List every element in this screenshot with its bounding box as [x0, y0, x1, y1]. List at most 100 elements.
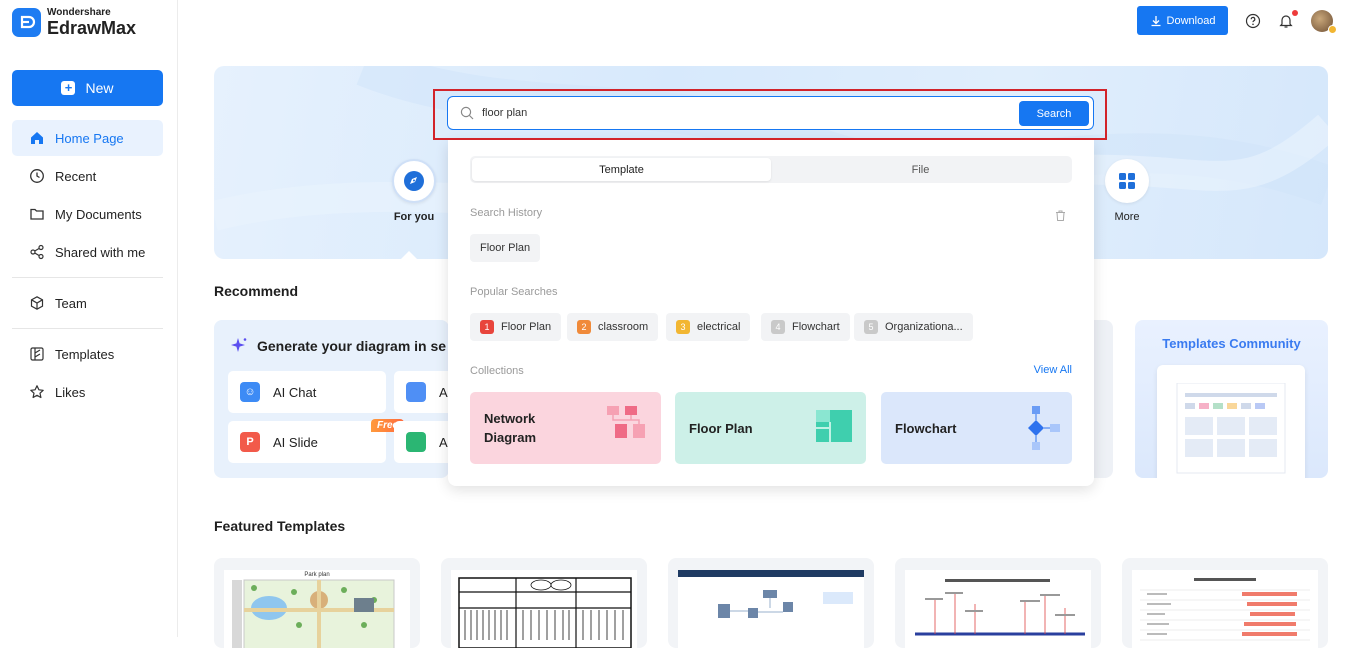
templates-community-card[interactable]: Templates Community — [1135, 320, 1328, 478]
brand-small: Wondershare — [47, 7, 111, 18]
sidebar-item-team[interactable]: Team — [12, 285, 163, 321]
sparkle-icon — [231, 338, 247, 352]
popular-chip[interactable]: 3 electrical — [666, 313, 751, 341]
featured-templates-title: Featured Templates — [214, 518, 346, 534]
ai-tool-button[interactable]: A — [394, 421, 449, 463]
category-label: For you — [393, 211, 435, 223]
folder-icon — [30, 208, 44, 220]
flowchart-icon — [1028, 406, 1060, 450]
category-label: More — [1114, 211, 1140, 223]
star-icon — [30, 385, 44, 399]
vip-badge-icon — [1328, 24, 1337, 34]
sidebar-item-label: Templates — [55, 346, 115, 362]
help-icon — [1245, 13, 1261, 28]
tool-label: AI Slide — [273, 434, 318, 450]
template-card-park-plan[interactable]: Park plan — [214, 558, 420, 648]
rank-badge: 2 — [577, 320, 591, 334]
collection-network-diagram[interactable]: Network Diagram — [470, 392, 661, 464]
ai-slide-button[interactable]: P AI Slide Free — [228, 419, 405, 463]
collection-label: Flowchart — [895, 420, 957, 436]
plus-icon: + — [61, 81, 76, 95]
share-icon — [30, 244, 44, 260]
popular-label: Flowchart — [792, 321, 840, 333]
template-thumbnail — [451, 570, 637, 648]
popular-label: Floor Plan — [501, 321, 552, 333]
app-logo[interactable]: Wondershare EdrawMax — [12, 8, 136, 37]
sidebar: Wondershare EdrawMax + New Home Page Rec… — [0, 0, 178, 637]
avatar[interactable] — [1311, 9, 1337, 34]
tab-template[interactable]: Template — [472, 158, 771, 181]
home-icon — [31, 132, 43, 144]
template-card-design-timeline[interactable] — [895, 558, 1101, 648]
popular-chip[interactable]: 4 Flowchart — [761, 313, 850, 341]
sidebar-item-label: Shared with me — [55, 244, 146, 260]
help-button[interactable] — [1245, 13, 1261, 29]
cube-icon — [30, 296, 44, 310]
new-button[interactable]: + New — [12, 70, 163, 106]
search-history-title: Search History — [470, 207, 543, 219]
collection-floor-plan[interactable]: Floor Plan — [675, 392, 866, 464]
card-title: Generate your diagram in se — [257, 338, 447, 354]
notification-dot — [1292, 9, 1298, 16]
rank-badge: 4 — [771, 320, 785, 334]
tab-file[interactable]: File — [771, 158, 1070, 181]
tool-label: A — [439, 384, 448, 400]
download-label: Download — [1166, 14, 1216, 27]
notifications-button[interactable] — [1278, 9, 1298, 29]
trash-icon — [1056, 210, 1065, 221]
download-button[interactable]: Download — [1137, 6, 1228, 35]
sidebar-item-shared-with-me[interactable]: Shared with me — [12, 234, 163, 270]
template-card-gantt-chart[interactable] — [1122, 558, 1328, 648]
recommend-title: Recommend — [214, 283, 299, 299]
popular-searches-title: Popular Searches — [470, 286, 558, 298]
sidebar-divider — [12, 328, 163, 329]
popular-chip[interactable]: 1 Floor Plan — [470, 313, 562, 341]
search-dropdown: Template File Search History Floor Plan … — [448, 140, 1094, 486]
edrawmax-logo-icon — [12, 8, 41, 37]
for-you-icon — [404, 171, 424, 191]
search-highlight-box — [433, 89, 1107, 140]
sidebar-item-label: Home Page — [55, 130, 124, 146]
collection-flowchart[interactable]: Flowchart — [881, 392, 1072, 464]
grid-icon — [1119, 173, 1135, 189]
sidebar-item-templates[interactable]: Templates — [12, 336, 163, 372]
clear-history-button[interactable] — [1054, 209, 1067, 225]
ai-tool-icon — [406, 432, 426, 452]
rank-badge: 3 — [676, 320, 690, 334]
sidebar-item-label: Likes — [55, 384, 86, 400]
sidebar-item-recent[interactable]: Recent — [12, 158, 163, 194]
sidebar-item-home-page[interactable]: Home Page — [12, 120, 163, 156]
sidebar-item-label: Team — [55, 295, 87, 311]
tool-label: A — [439, 434, 448, 450]
collection-label: Floor Plan — [689, 420, 753, 436]
collections-title: Collections — [470, 365, 524, 377]
collection-label: Network — [484, 411, 536, 426]
popular-label: classroom — [598, 321, 649, 333]
ai-chat-icon: ☺ — [240, 382, 260, 402]
ai-tool-icon — [406, 382, 426, 402]
category-for-you[interactable]: For you — [384, 159, 444, 223]
network-diagram-icon — [607, 406, 645, 438]
template-thumbnail: Park plan — [224, 570, 410, 648]
new-button-label: New — [85, 80, 114, 96]
ai-tool-button[interactable]: A — [394, 371, 449, 413]
sidebar-item-my-documents[interactable]: My Documents — [12, 196, 163, 232]
history-chip[interactable]: Floor Plan — [470, 234, 541, 262]
template-thumbnail — [905, 570, 1091, 648]
tool-label: AI Chat — [273, 384, 317, 400]
sidebar-item-likes[interactable]: Likes — [12, 374, 163, 410]
popular-chip[interactable]: 2 classroom — [567, 313, 659, 341]
ai-chat-button[interactable]: ☺ AI Chat — [228, 371, 386, 413]
template-card-wardrobe[interactable] — [441, 558, 647, 648]
category-more[interactable]: More — [1097, 159, 1157, 223]
clock-icon — [30, 169, 44, 183]
template-card-network-diagram[interactable] — [668, 558, 874, 648]
rank-badge: 1 — [480, 320, 494, 334]
community-title: Templates Community — [1162, 336, 1301, 351]
view-all-link[interactable]: View All — [1034, 364, 1072, 376]
popular-chip[interactable]: 5 Organizationa... — [854, 313, 973, 341]
template-thumbnail — [678, 570, 864, 648]
community-preview-image — [1157, 365, 1305, 478]
floor-plan-icon — [816, 410, 852, 442]
recommend-card-peek — [1093, 320, 1113, 478]
